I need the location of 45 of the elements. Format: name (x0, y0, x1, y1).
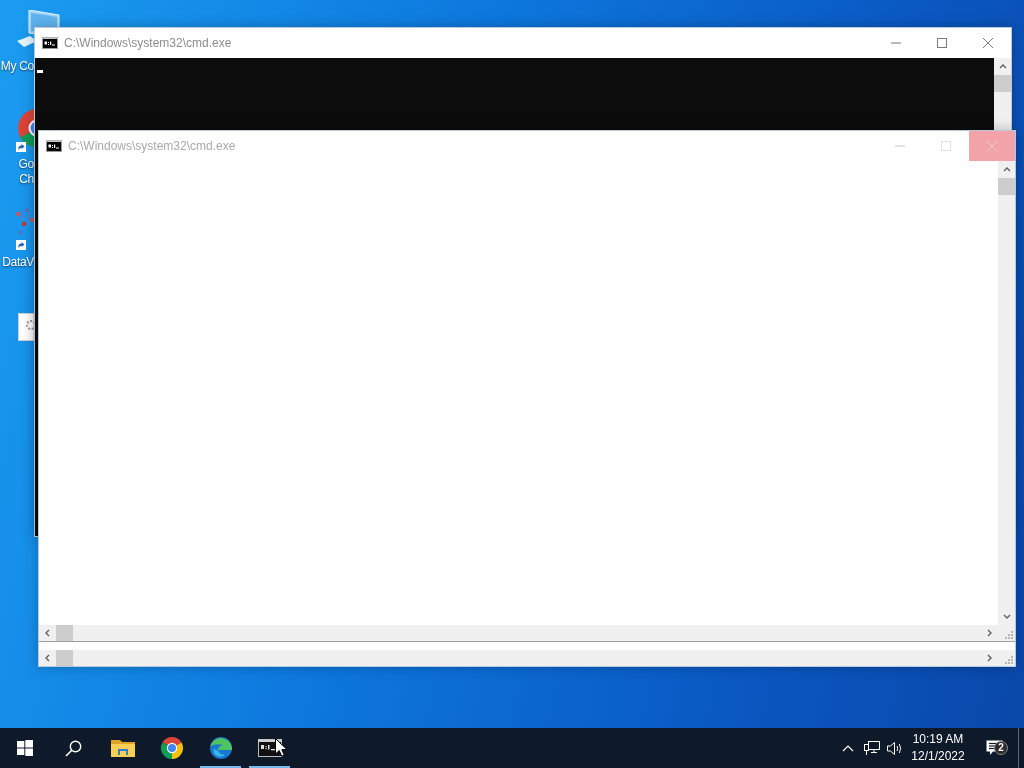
chevron-right-icon (985, 629, 994, 637)
document-icon[interactable] (18, 313, 34, 341)
scroll-thumb[interactable] (998, 178, 1015, 195)
close-icon (983, 38, 993, 48)
folder-icon (110, 738, 135, 758)
icon-label[interactable]: My Co (0, 59, 34, 74)
chevron-right-icon (985, 654, 994, 662)
mouse-pointer-icon (275, 738, 288, 757)
clock[interactable]: 10:19 AM 12/1/2022 (906, 728, 970, 768)
vertical-scrollbar[interactable] (998, 161, 1015, 625)
speaker-icon (886, 740, 903, 756)
caret-up-icon (842, 744, 854, 752)
maximize-icon (937, 38, 947, 48)
chevron-left-icon (43, 629, 52, 637)
network-graph-icon[interactable] (15, 206, 34, 236)
icon-label[interactable]: DataV (0, 255, 34, 270)
chevron-down-icon (1002, 612, 1011, 621)
console-icon (42, 37, 58, 49)
title-bar[interactable]: C:\Windows\system32\cmd.exe (35, 28, 1011, 58)
chevron-up-icon (998, 62, 1007, 71)
window-title: C:\Windows\system32\cmd.exe (68, 138, 236, 155)
text-cursor (37, 70, 43, 73)
close-icon (987, 141, 997, 151)
resize-grip-icon[interactable] (1005, 631, 1013, 639)
chrome-icon (159, 736, 184, 760)
notification-badge: 2 (994, 741, 1008, 755)
scroll-thumb[interactable] (994, 75, 1011, 92)
chevron-up-icon (1002, 165, 1011, 174)
window-title: C:\Windows\system32\cmd.exe (64, 35, 232, 52)
action-center-button[interactable]: 2 (970, 728, 1018, 768)
chevron-left-icon (43, 654, 52, 662)
windows-logo-icon (16, 740, 33, 756)
resize-grip-icon[interactable] (1005, 656, 1013, 664)
console-icon (46, 140, 62, 152)
horizontal-scrollbar[interactable] (39, 625, 998, 641)
maximize-icon (941, 141, 951, 151)
scroll-thumb[interactable] (56, 625, 73, 641)
search-icon (65, 739, 82, 757)
horizontal-scrollbar[interactable] (39, 650, 998, 666)
clock-time: 10:19 AM (912, 731, 964, 748)
icon-label[interactable]: Go Ch (0, 157, 34, 187)
scroll-thumb[interactable] (56, 650, 73, 666)
clock-date: 12/1/2022 (911, 748, 965, 765)
edge-icon (208, 736, 233, 760)
network-icon (863, 740, 880, 756)
